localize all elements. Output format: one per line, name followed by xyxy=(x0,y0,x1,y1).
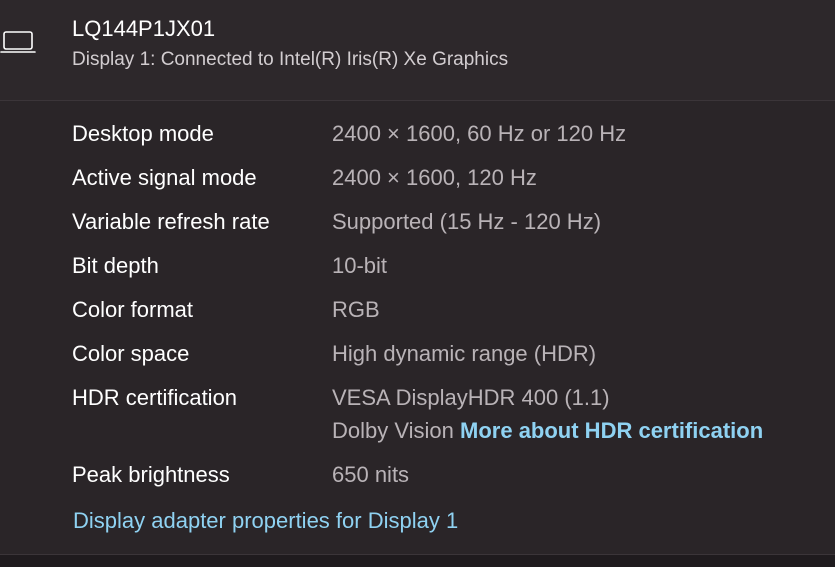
display-header: LQ144P1JX01 Display 1: Connected to Inte… xyxy=(0,0,835,101)
row-peak-brightness: Peak brightness 650 nits xyxy=(0,462,835,492)
laptop-icon xyxy=(0,28,40,58)
row-value: 650 nits xyxy=(332,462,410,487)
row-label: Active signal mode xyxy=(72,165,257,190)
row-value: VESA DisplayHDR 400 (1.1) xyxy=(332,385,610,410)
row-value: High dynamic range (HDR) xyxy=(332,341,597,366)
display-adapter-properties-link[interactable]: Display adapter properties for Display 1 xyxy=(73,508,458,534)
display-properties: Desktop mode 2400 × 1600, 60 Hz or 120 H… xyxy=(0,101,835,553)
device-connection-info: Display 1: Connected to Intel(R) Iris(R)… xyxy=(72,49,509,70)
row-desktop-mode: Desktop mode 2400 × 1600, 60 Hz or 120 H… xyxy=(0,121,835,151)
row-value-line2: Dolby Vision More about HDR certificatio… xyxy=(332,418,763,444)
row-label: Variable refresh rate xyxy=(72,209,270,234)
row-active-signal-mode: Active signal mode 2400 × 1600, 120 Hz xyxy=(0,165,835,195)
row-value: Supported (15 Hz - 120 Hz) xyxy=(332,209,602,234)
bottom-divider xyxy=(0,554,835,567)
row-bit-depth: Bit depth 10-bit xyxy=(0,253,835,283)
row-variable-refresh-rate: Variable refresh rate Supported (15 Hz -… xyxy=(0,209,835,239)
row-label: Color space xyxy=(72,341,190,366)
row-hdr-certification: HDR certification VESA DisplayHDR 400 (1… xyxy=(0,385,835,451)
device-name: LQ144P1JX01 xyxy=(72,16,216,41)
row-value: RGB xyxy=(332,297,380,322)
row-label: HDR certification xyxy=(72,385,238,410)
dolby-vision-text: Dolby Vision xyxy=(332,418,454,443)
row-label: Bit depth xyxy=(72,253,159,278)
row-value: 10-bit xyxy=(332,253,388,278)
row-value: 2400 × 1600, 60 Hz or 120 Hz xyxy=(332,121,627,146)
row-label: Peak brightness xyxy=(72,462,230,487)
row-label: Color format xyxy=(72,297,194,322)
row-label: Desktop mode xyxy=(72,121,214,146)
row-color-space: Color space High dynamic range (HDR) xyxy=(0,341,835,371)
advanced-display-panel: LQ144P1JX01 Display 1: Connected to Inte… xyxy=(0,0,835,567)
hdr-certification-link[interactable]: More about HDR certification xyxy=(460,418,763,443)
row-color-format: Color format RGB xyxy=(0,297,835,327)
row-value: 2400 × 1600, 120 Hz xyxy=(332,165,537,190)
